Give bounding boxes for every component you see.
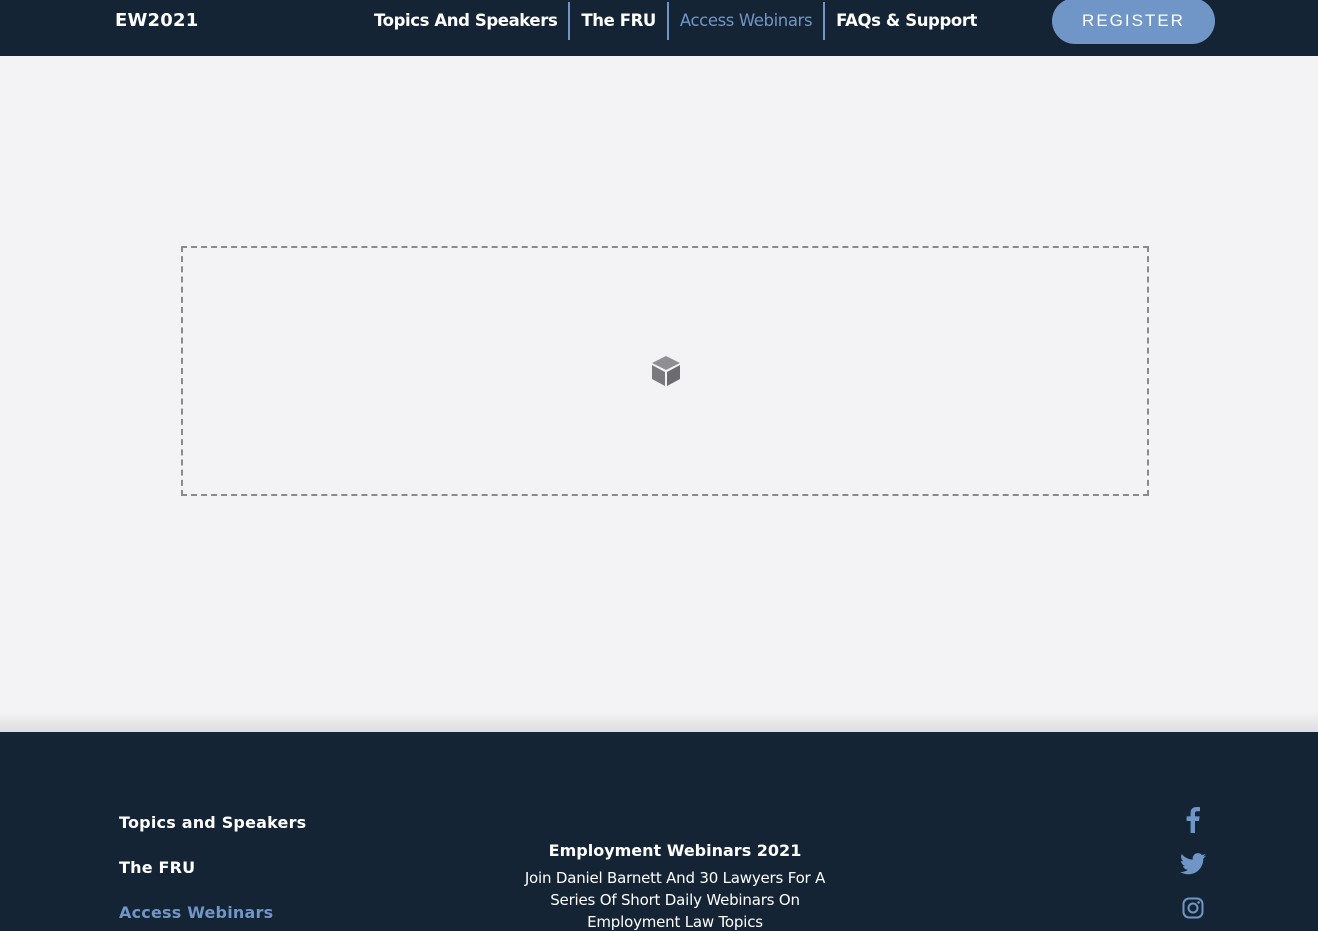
nav-access-webinars[interactable]: Access Webinars xyxy=(669,2,823,40)
footer-link-the-fru[interactable]: The FRU xyxy=(119,857,306,902)
site-footer: Topics and Speakers The FRU Access Webin… xyxy=(0,732,1318,931)
footer-nav: Topics and Speakers The FRU Access Webin… xyxy=(119,812,306,931)
twitter-icon[interactable] xyxy=(1178,842,1208,886)
nav-topics-and-speakers[interactable]: Topics And Speakers xyxy=(363,2,568,40)
embed-placeholder xyxy=(181,246,1149,496)
footer-shadow xyxy=(0,712,1318,732)
cube-icon xyxy=(652,356,680,386)
footer-title: Employment Webinars 2021 xyxy=(548,841,802,860)
nav-the-fru[interactable]: The FRU xyxy=(570,2,667,40)
footer-about: Employment Webinars 2021 Join Daniel Bar… xyxy=(505,839,845,931)
footer-link-access-webinars[interactable]: Access Webinars xyxy=(119,902,306,931)
register-button[interactable]: REGISTER xyxy=(1052,0,1215,44)
site-logo[interactable]: EW2021 xyxy=(115,10,198,31)
instagram-icon[interactable] xyxy=(1178,886,1208,930)
footer-description: Join Daniel Barnett And 30 Lawyers For A… xyxy=(524,869,826,931)
nav-faqs-support[interactable]: FAQs & Support xyxy=(825,2,988,40)
main-nav: Topics And Speakers The FRU Access Webin… xyxy=(363,2,988,40)
facebook-icon[interactable] xyxy=(1178,798,1208,842)
footer-link-topics-and-speakers[interactable]: Topics and Speakers xyxy=(119,812,306,857)
top-navigation-bar: EW2021 Topics And Speakers The FRU Acces… xyxy=(0,0,1318,56)
social-links xyxy=(1178,798,1208,930)
